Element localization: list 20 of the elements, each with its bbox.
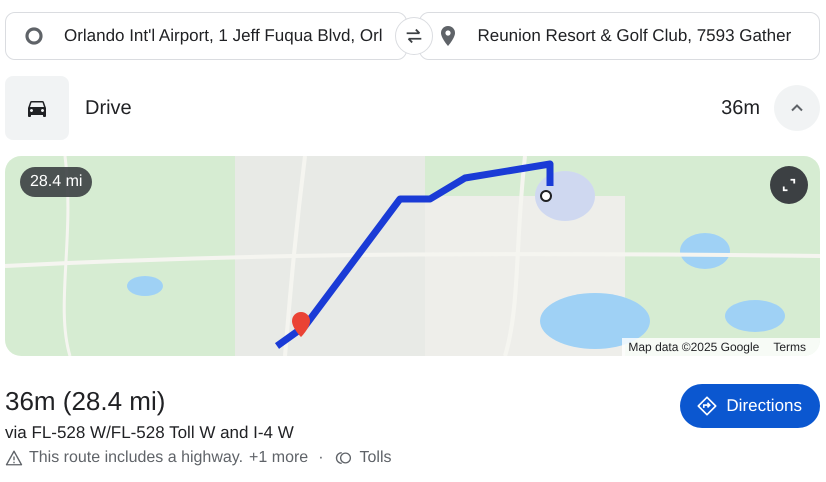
toll-icon <box>334 449 354 467</box>
mode-label: Drive <box>85 96 133 120</box>
warning-icon <box>5 449 23 467</box>
route-summary: 36m (28.4 mi) <box>5 386 166 417</box>
directions-icon <box>696 395 718 417</box>
car-icon-tile[interactable] <box>5 76 69 140</box>
route-via-text: via FL-528 W/FL-528 Toll W and I-4 W <box>5 423 295 443</box>
more-link[interactable]: +1 more <box>249 449 308 467</box>
warning-text: This route includes a highway. <box>29 449 244 467</box>
destination-field[interactable]: Reunion Resort & Golf Club, 7593 Gather <box>418 12 820 60</box>
swap-button[interactable] <box>395 17 433 55</box>
distance-badge: 28.4 mi <box>20 167 92 197</box>
directions-button[interactable]: Directions <box>680 384 820 428</box>
attribution-text: Map data ©2025 Google <box>628 340 760 354</box>
tolls-text: Tolls <box>360 449 392 467</box>
expand-icon <box>780 176 798 194</box>
origin-field[interactable]: Orlando Int'l Airport, 1 Jeff Fuqua Blvd, Orl <box>5 12 406 60</box>
duration-text: 36m <box>721 96 760 120</box>
separator-dot: · <box>318 449 324 467</box>
terms-link[interactable]: Terms <box>773 340 806 354</box>
